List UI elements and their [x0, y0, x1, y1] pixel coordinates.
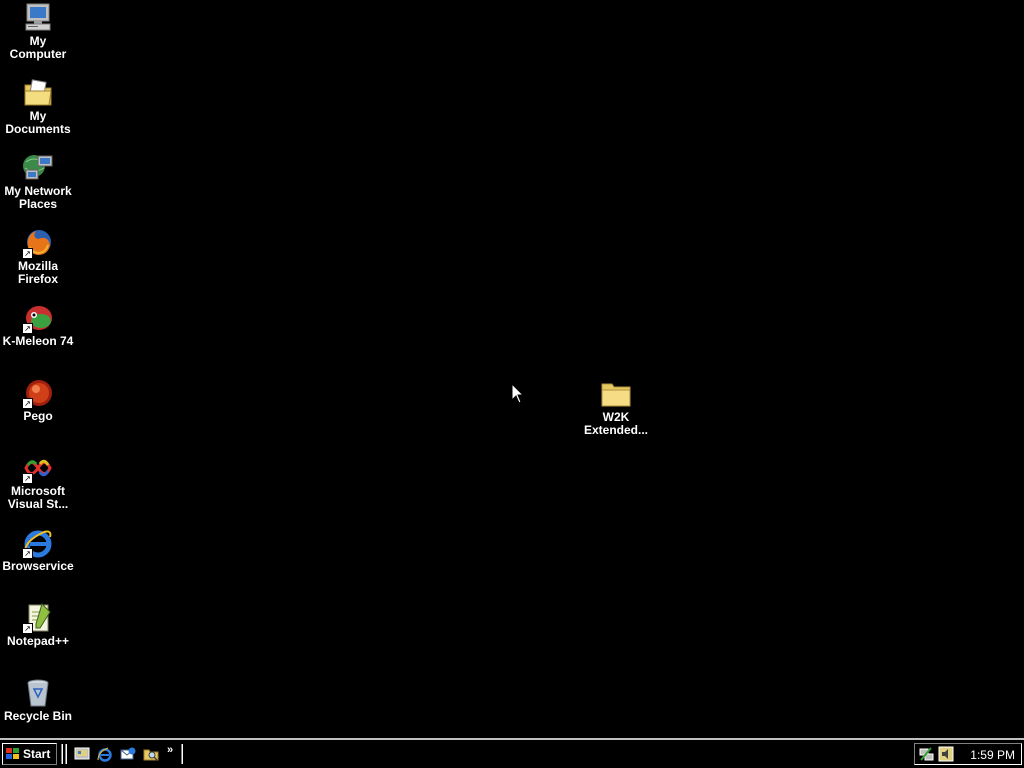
shortcut-arrow-icon: ↗	[22, 548, 33, 559]
system-tray: 1:59 PM	[914, 743, 1022, 765]
my-computer-shortcut[interactable]: My Computer	[0, 2, 76, 61]
firefox-icon: ↗	[22, 227, 54, 259]
shortcut-arrow-icon: ↗	[22, 623, 33, 634]
volume-tray-icon[interactable]	[938, 746, 954, 762]
my-documents-shortcut[interactable]: My Documents	[0, 77, 76, 136]
folder-icon	[600, 378, 632, 410]
recycle-bin-label: Recycle Bin	[3, 709, 73, 723]
network-tray-icon[interactable]	[919, 746, 935, 762]
firefox-shortcut[interactable]: ↗ Mozilla Firefox	[0, 227, 76, 286]
pego-label: Pego	[23, 409, 53, 423]
mouse-pointer-icon	[512, 384, 524, 404]
quick-launch-more-button[interactable]: »	[167, 744, 173, 756]
notepad-plus-plus-icon: ↗	[22, 602, 54, 634]
k-meleon-shortcut[interactable]: ↗ K-Meleon 74	[0, 302, 76, 348]
shortcut-arrow-icon: ↗	[22, 248, 33, 259]
notepad-plus-plus-label: Notepad++	[6, 634, 69, 648]
visual-studio-icon: ↗	[22, 452, 54, 484]
network-places-shortcut[interactable]: My Network Places	[0, 152, 76, 211]
show-desktop-icon[interactable]	[74, 746, 90, 762]
pego-icon: ↗	[22, 377, 54, 409]
taskbar-separator	[181, 744, 183, 764]
windows-logo-icon	[6, 748, 19, 759]
firefox-label: Mozilla Firefox	[17, 259, 58, 286]
visual-studio-shortcut[interactable]: ↗ Microsoft Visual St...	[0, 452, 76, 511]
notepad-plus-plus-shortcut[interactable]: ↗ Notepad++	[0, 602, 76, 648]
w2k-extended-folder[interactable]: W2K Extended...	[578, 378, 654, 437]
browservice-shortcut[interactable]: ↗ Browservice	[0, 527, 76, 573]
my-documents-icon	[22, 77, 54, 109]
shortcut-arrow-icon: ↗	[22, 398, 33, 409]
internet-explorer-icon[interactable]	[97, 746, 113, 762]
shortcut-arrow-icon: ↗	[22, 323, 33, 334]
network-places-label: My Network Places	[4, 184, 72, 211]
my-documents-label: My Documents	[5, 109, 71, 136]
start-label: Start	[23, 747, 51, 761]
desktop[interactable]: My Computer My Documents My Network Plac…	[0, 0, 1024, 738]
outlook-express-icon[interactable]	[120, 746, 136, 762]
start-button[interactable]: Start	[2, 743, 57, 765]
my-computer-label: My Computer	[9, 34, 67, 61]
clock[interactable]: 1:59 PM	[970, 748, 1015, 762]
recycle-bin-shortcut[interactable]: Recycle Bin	[0, 677, 76, 723]
windows-explorer-icon[interactable]	[143, 746, 159, 762]
k-meleon-label: K-Meleon 74	[2, 334, 74, 348]
quick-launch-grip[interactable]	[65, 744, 67, 764]
pego-shortcut[interactable]: ↗ Pego	[0, 377, 76, 423]
taskbar: Start » 1:59 PM	[0, 738, 1024, 768]
k-meleon-icon: ↗	[22, 302, 54, 334]
browservice-label: Browservice	[2, 559, 74, 573]
internet-explorer-icon: ↗	[22, 527, 54, 559]
my-computer-icon	[22, 2, 54, 34]
taskbar-separator	[61, 744, 63, 764]
w2k-extended-label: W2K Extended...	[583, 410, 648, 437]
shortcut-arrow-icon: ↗	[22, 473, 33, 484]
network-places-icon	[22, 152, 54, 184]
recycle-bin-icon	[22, 677, 54, 709]
visual-studio-label: Microsoft Visual St...	[7, 484, 69, 511]
